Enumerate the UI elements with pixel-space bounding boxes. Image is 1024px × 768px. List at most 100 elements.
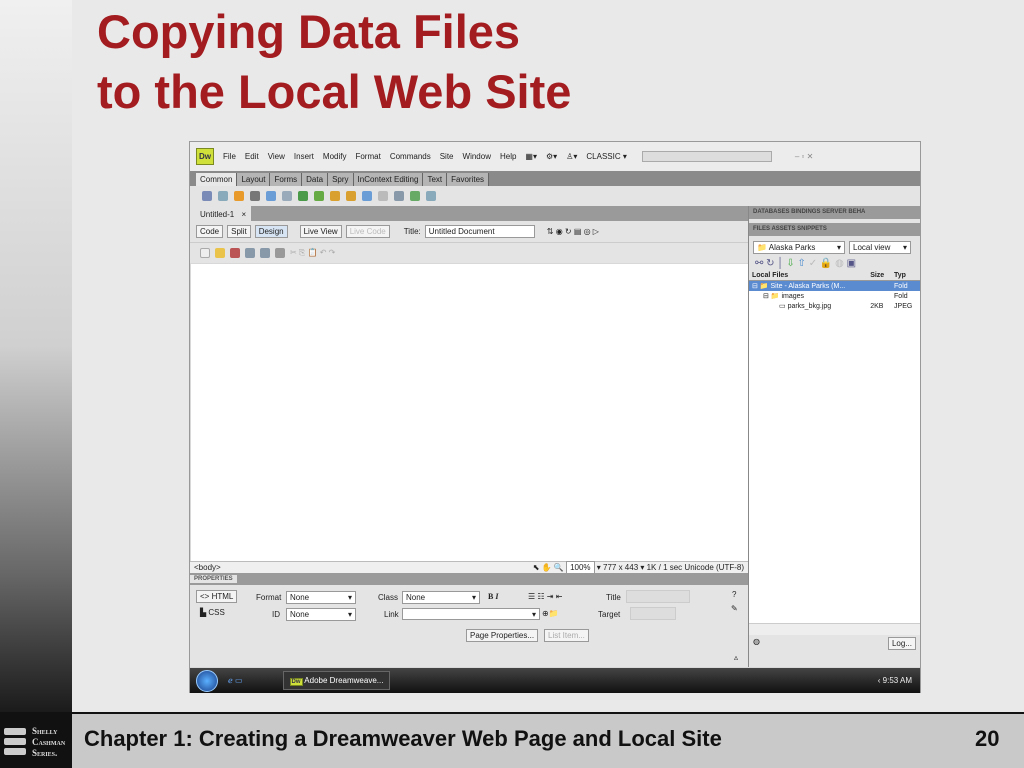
view-select[interactable]: Local view ▾ [849,241,911,254]
menu-format[interactable]: Format [355,152,380,161]
design-canvas[interactable] [191,264,748,561]
menu-insert[interactable]: Insert [294,152,314,161]
menu-edit[interactable]: Edit [245,152,259,161]
tag-selector[interactable]: <body> [194,563,221,572]
col-type[interactable]: Typ [891,271,920,281]
cut-copy-paste-icons[interactable]: ✂ ⎘ 📋 ↶ ↷ [290,248,335,258]
tab-snippets[interactable]: SNIPPETS [797,226,827,232]
taskbar-dreamweaver[interactable]: Dw Adobe Dreamweave... [282,671,391,690]
div-icon[interactable] [282,191,292,201]
css-button[interactable]: ▙ CSS [200,608,225,617]
menu-window[interactable]: Window [463,152,491,161]
files-toolbar[interactable]: ⚯ ↻ │ ⇩ ⇧ ✓ 🔒 ◍ ▣ [749,256,920,271]
target-label: Target [598,610,621,619]
email-icon[interactable] [218,191,228,201]
live-view-button[interactable]: Live View [299,225,342,238]
file-type: JPEG [894,302,913,310]
page-properties-button[interactable]: Page Properties... [466,629,539,642]
tab-favorites[interactable]: Favorites [447,173,490,186]
save-all-icon[interactable] [260,248,270,258]
live-code-button[interactable]: Live Code [345,225,390,238]
html-button[interactable]: <> HTML [196,590,238,603]
tab-spry[interactable]: Spry [328,173,354,186]
file-row[interactable]: ▭ parks_bkg.jpg 2KB JPEG [749,301,920,311]
head-icon[interactable] [378,191,388,201]
tab-incontext[interactable]: InContext Editing [353,173,424,186]
standard-toolbar: ✂ ⎘ 📋 ↶ ↷ [190,242,748,263]
workspace-switcher[interactable]: CLASSIC ▾ [586,152,626,161]
title-input[interactable]: Untitled Document [424,225,535,238]
dreamweaver-screenshot: Dw File Edit View Insert Modify Format C… [189,141,921,693]
window-controls[interactable]: – ▫ ✕ [795,152,813,161]
start-button[interactable] [196,669,218,692]
tab-files[interactable]: FILES [753,226,770,232]
tab-text[interactable]: Text [423,173,448,186]
quick-launch-icons[interactable]: ℯ ▭ [228,676,243,685]
col-local-files[interactable]: Local Files [749,271,867,281]
menu-modify[interactable]: Modify [323,152,347,161]
save-icon[interactable] [245,248,255,258]
user-icon[interactable]: ♙▾ [566,152,577,161]
collapse-icon[interactable]: ▵ [734,653,738,662]
file-type: Fold [894,282,908,290]
list-item-button[interactable]: List Item... [544,629,589,642]
list-indent-icons[interactable]: ☰ ☷ ⇥ ⇤ [528,592,562,601]
tab-forms[interactable]: Forms [270,173,303,186]
title-field[interactable] [626,590,690,603]
menu-commands[interactable]: Commands [390,152,431,161]
design-view-button[interactable]: Design [254,225,288,238]
menu-help[interactable]: Help [500,152,516,161]
search-input[interactable] [641,151,772,162]
new-icon[interactable] [200,248,210,258]
tab-bindings[interactable]: BINDINGS [791,209,820,215]
tab-server-behaviors[interactable]: SERVER BEHA [822,209,865,215]
file-name: Site - Alaska Parks (M... [770,283,846,290]
table-icon[interactable] [266,191,276,201]
split-view-button[interactable]: Split [227,225,251,238]
tab-assets[interactable]: ASSETS [771,226,795,232]
help-icon[interactable]: ? [732,590,736,599]
gear-icon[interactable]: ⚙▾ [546,152,557,161]
tab-data[interactable]: Data [302,173,329,186]
window-size[interactable]: 777 x 443 [603,563,638,572]
file-row[interactable]: ⊟ 📁 Site - Alaska Parks (M... Fold [749,280,920,291]
server-include-icon[interactable] [346,191,356,201]
hyperlink-icon[interactable] [202,191,212,201]
bold-italic-buttons[interactable]: B I [488,592,498,601]
templates-icon[interactable] [410,191,420,201]
print-icon[interactable] [275,248,285,258]
file-type: Fold [894,292,908,300]
open-icon[interactable] [215,248,225,258]
image-icon[interactable] [298,191,308,201]
menu-view[interactable]: View [268,152,285,161]
anchor-icon[interactable] [234,191,244,201]
col-size[interactable]: Size [867,271,891,281]
quick-tag-editor-icon[interactable]: ✎ [731,604,738,613]
rule-icon[interactable] [250,191,260,201]
browse-icon[interactable] [230,248,240,258]
format-select[interactable]: None ▾ [286,591,356,604]
file-row[interactable]: ⊟ 📁 images Fold [749,291,920,301]
comment-icon[interactable] [362,191,372,201]
id-select[interactable]: None ▾ [286,608,356,621]
file-management-icon[interactable]: ⇅ ◉ ↻ ▤ ◎ ▷ [547,227,599,236]
tab-databases[interactable]: DATABASES [753,209,789,215]
media-icon[interactable] [314,191,324,201]
layout-icon[interactable]: ▦▾ [525,152,537,161]
menu-site[interactable]: Site [440,152,454,161]
link-input[interactable]: ▾ [402,608,540,620]
horizontal-scrollbar[interactable] [749,623,920,635]
target-select[interactable] [630,607,676,620]
tag-chooser-icon[interactable] [426,191,436,201]
class-select[interactable]: None ▾ [402,591,480,604]
tab-layout[interactable]: Layout [237,173,271,186]
files-panel-tabs: FILES ASSETS SNIPPETS [749,223,920,236]
menu-file[interactable]: File [223,152,236,161]
script-icon[interactable] [394,191,404,201]
code-view-button[interactable]: Code [196,225,224,238]
date-icon[interactable] [330,191,340,201]
site-select[interactable]: 📁 Alaska Parks ▾ [753,241,845,254]
log-button[interactable]: Log... [887,637,916,650]
browse-folder-icon[interactable]: ⊕📁 [542,609,559,618]
tab-common[interactable]: Common [196,173,238,186]
